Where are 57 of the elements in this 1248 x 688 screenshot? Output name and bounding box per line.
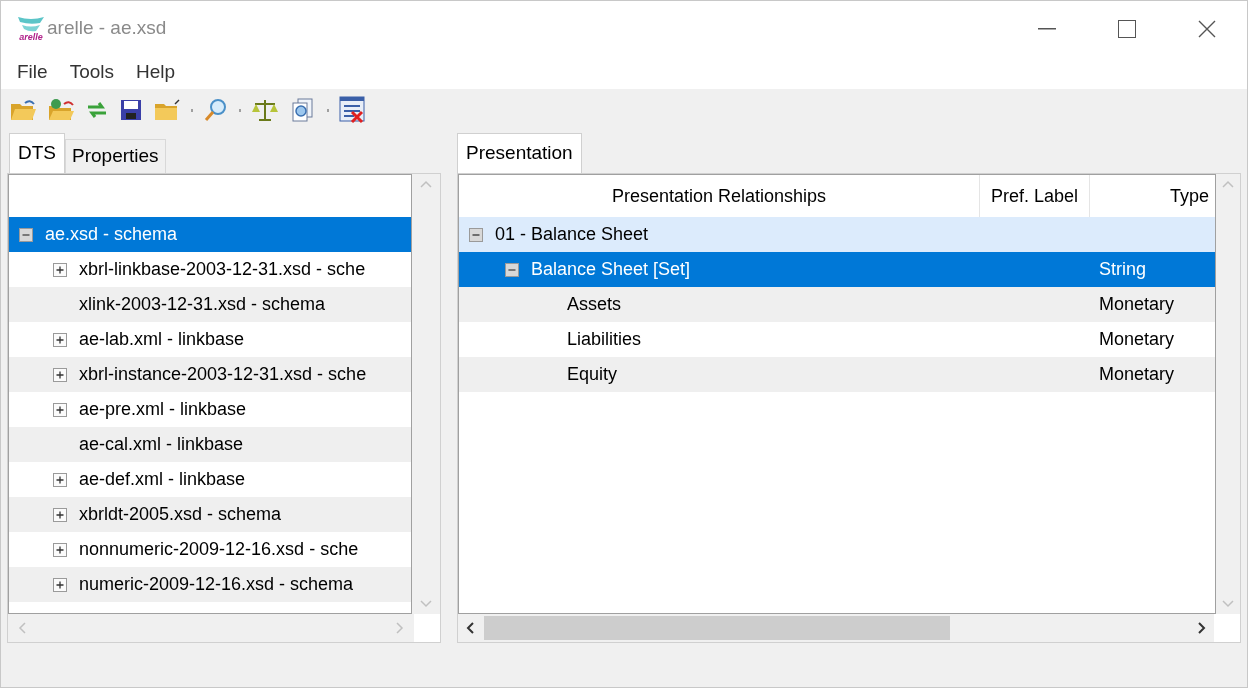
expand-icon[interactable] — [53, 542, 67, 557]
scroll-down-icon[interactable] — [420, 600, 432, 608]
tree-row[interactable]: 01 - Balance Sheet — [459, 217, 1215, 252]
expand-icon[interactable] — [53, 507, 67, 522]
tree-item[interactable]: xlink-2003-12-31.xsd - schema — [9, 287, 411, 322]
window-title: arelle - ae.xsd — [47, 16, 167, 41]
tree-item[interactable]: xbrl-instance-2003-12-31.xsd - sche — [9, 357, 411, 392]
balance-scale-icon[interactable] — [251, 97, 279, 123]
tree-item[interactable]: xbrldt-2005.xsd - schema — [9, 497, 411, 532]
open-folder-icon[interactable] — [9, 98, 37, 122]
expand-icon[interactable] — [53, 402, 67, 417]
save-disk-icon[interactable] — [119, 98, 143, 122]
tree-label: 01 - Balance Sheet — [495, 223, 649, 246]
tab[interactable]: Presentation — [457, 133, 582, 173]
maximize-icon — [1118, 19, 1136, 38]
tree-item[interactable]: ae-cal.xml - linkbase — [9, 427, 411, 462]
menu-item[interactable]: Tools — [59, 58, 124, 87]
folder-icon[interactable] — [153, 98, 181, 122]
type-text: Monetary — [1099, 364, 1175, 384]
expand-icon[interactable] — [53, 472, 67, 487]
close-icon — [1198, 19, 1216, 38]
type-text: Monetary — [1099, 329, 1175, 349]
column-header[interactable]: Presentation Relationships — [459, 175, 979, 217]
expand-icon[interactable] — [53, 332, 67, 347]
tree-label: Equity — [567, 363, 618, 386]
magnifier-icon[interactable] — [203, 97, 229, 123]
tree-item[interactable]: ae.xsd - schema — [9, 217, 411, 252]
tree-label: Assets — [567, 293, 622, 316]
scroll-left-icon[interactable] — [466, 622, 474, 634]
vertical-scrollbar[interactable] — [1216, 174, 1240, 614]
tree-row[interactable]: Equity Monetary — [459, 357, 1215, 392]
scroll-right-icon[interactable] — [1198, 622, 1206, 634]
tree-row[interactable]: Balance Sheet [Set] String — [459, 252, 1215, 287]
tree-item[interactable]: numeric-2009-12-16.xsd - schema — [9, 567, 411, 602]
expand-icon[interactable] — [53, 262, 67, 277]
tree-label: Balance Sheet [Set] — [531, 258, 691, 281]
horizontal-scrollbar[interactable] — [458, 614, 1214, 642]
vertical-scrollbar[interactable] — [412, 174, 440, 614]
scroll-down-icon[interactable] — [1222, 600, 1234, 608]
tree-row[interactable]: Assets Monetary — [459, 287, 1215, 322]
scroll-up-icon[interactable] — [420, 180, 432, 188]
expand-icon[interactable] — [53, 577, 67, 592]
tree-label: Liabilities — [567, 328, 642, 351]
tab[interactable]: Properties — [65, 139, 166, 173]
type-text: String — [1099, 259, 1147, 279]
type-text: Monetary — [1099, 294, 1175, 314]
list-delete-icon[interactable] — [339, 96, 365, 124]
collapse-icon[interactable] — [469, 227, 483, 242]
tab[interactable]: DTS — [9, 133, 65, 173]
scroll-up-icon[interactable] — [1222, 180, 1234, 188]
expand-icon[interactable] — [53, 367, 67, 382]
menu-item[interactable]: File — [7, 58, 58, 87]
minimize-icon — [1038, 27, 1056, 30]
collapse-icon[interactable] — [19, 227, 33, 242]
open-folder-globe-icon[interactable] — [47, 98, 75, 122]
menu-item[interactable]: Help — [126, 58, 186, 87]
collapse-icon[interactable] — [505, 262, 519, 277]
